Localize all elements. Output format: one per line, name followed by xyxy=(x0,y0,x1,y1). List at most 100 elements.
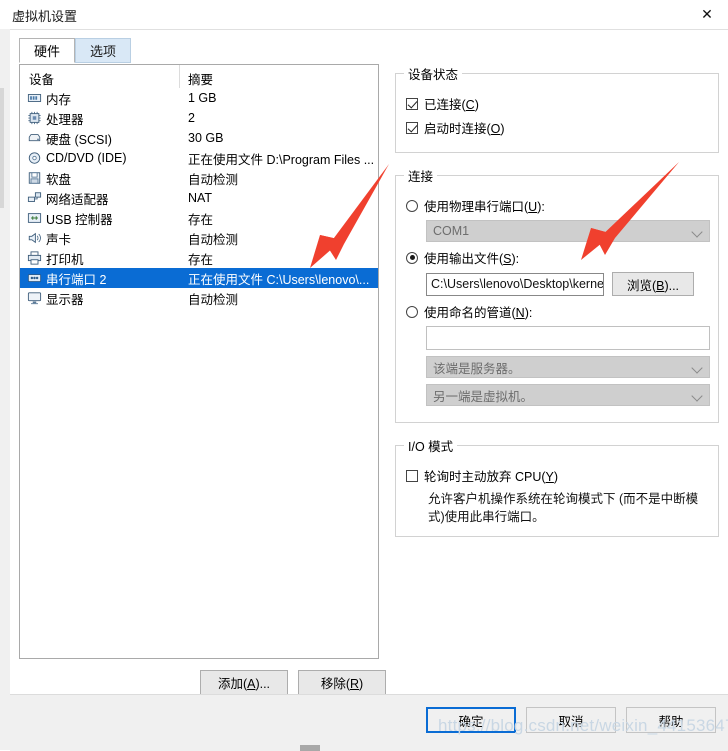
device-row-5[interactable]: 网络适配器 NAT xyxy=(20,188,378,208)
remove-label-suffix: ) xyxy=(359,677,364,691)
device-label: USB 控制器 xyxy=(46,212,113,227)
summary-cell: 存在 xyxy=(188,212,214,227)
radio-icon-physical-port xyxy=(406,199,418,212)
cancel-button[interactable]: 取消 xyxy=(526,707,616,733)
named-pipe-label-suffix: ): xyxy=(524,306,533,320)
connected-label-prefix: 已连接( xyxy=(424,98,466,112)
device-cell: 显示器 xyxy=(20,289,180,308)
device-row-9[interactable]: 串行端口 2 正在使用文件 C:\Users\lenovo\... xyxy=(20,268,378,288)
output-file-accel: S xyxy=(503,252,512,266)
memory-icon xyxy=(27,91,46,105)
device-row-8[interactable]: 打印机 存在 xyxy=(20,248,378,268)
device-settings-panel: 设备状态 已连接(C) 启动时连接(O) 连接 使用物理串行端口(U): COM… xyxy=(395,64,719,550)
summary-cell: 1 GB xyxy=(188,91,217,105)
help-button[interactable]: 帮助 xyxy=(626,707,716,733)
connected-checkbox[interactable]: 已连接(C) xyxy=(406,94,710,113)
add-label-suffix: )... xyxy=(255,677,271,691)
tab-hardware[interactable]: 硬件 xyxy=(19,38,76,63)
sound-icon xyxy=(27,231,46,245)
output-file-row: C:\Users\lenovo\Desktop\kerne 浏览(B)... xyxy=(426,272,710,296)
pipe-other-end-value: 另一端是虚拟机。 xyxy=(433,389,534,404)
named-pipe-input[interactable] xyxy=(426,326,710,350)
tab-options[interactable]: 选项 xyxy=(75,38,132,63)
chevron-down-icon xyxy=(691,362,703,374)
tab-bar: 硬件 选项 xyxy=(19,38,719,64)
device-status-group: 设备状态 已连接(C) 启动时连接(O) xyxy=(395,64,719,153)
horizontal-scrollbar[interactable] xyxy=(300,745,320,751)
device-status-legend: 设备状态 xyxy=(408,68,459,82)
close-icon[interactable]: ✕ xyxy=(686,0,728,29)
physical-port-value: COM1 xyxy=(433,224,470,238)
network-icon xyxy=(27,191,46,205)
remove-device-button[interactable]: 移除(R) xyxy=(298,670,386,695)
usb-icon xyxy=(27,211,46,225)
connect-at-power-on-checkbox[interactable]: 启动时连接(O) xyxy=(406,118,710,137)
physical-port-label-prefix: 使用物理串行端口( xyxy=(424,200,529,214)
radio-output-file[interactable]: 使用输出文件(S): xyxy=(406,248,710,267)
yield-cpu-checkbox[interactable]: 轮询时主动放弃 CPU(Y) xyxy=(406,466,710,485)
footer-buttons: 确定 取消 帮助 xyxy=(426,707,716,733)
cpu-icon xyxy=(27,111,46,125)
device-row-6[interactable]: USB 控制器 存在 xyxy=(20,208,378,228)
summary-cell: 自动检测 xyxy=(188,232,239,247)
device-row-1[interactable]: 处理器 2 xyxy=(20,108,378,128)
physical-port-select[interactable]: COM1 xyxy=(426,220,710,242)
device-label: 硬盘 (SCSI) xyxy=(46,132,112,147)
connected-accel: C xyxy=(465,98,475,112)
device-cell: 打印机 xyxy=(20,249,180,268)
device-cell: 处理器 xyxy=(20,109,180,128)
device-row-7[interactable]: 声卡 自动检测 xyxy=(20,228,378,248)
summary-cell: 正在使用文件 C:\Users\lenovo\... xyxy=(188,272,370,287)
list-action-buttons: 添加(A)... 移除(R) xyxy=(200,670,386,695)
display-icon xyxy=(27,291,46,305)
summary-cell: 2 xyxy=(188,111,195,125)
title-bar: 虚拟机设置 ✕ xyxy=(0,0,728,29)
device-label: 打印机 xyxy=(46,252,84,267)
physical-port-accel: U xyxy=(528,200,538,214)
radio-named-pipe[interactable]: 使用命名的管道(N): xyxy=(406,302,710,321)
physical-port-label-suffix: ): xyxy=(537,200,545,214)
device-row-2[interactable]: 硬盘 (SCSI) 30 GB xyxy=(20,128,378,148)
tab-hardware-label: 硬件 xyxy=(34,44,61,59)
chevron-down-icon xyxy=(691,226,703,238)
device-row-10[interactable]: 显示器 自动检测 xyxy=(20,288,378,308)
device-list-body[interactable]: 内存 1 GB 处理器 2 硬盘 (SCSI) 30 GB CD/DVD (IDE) 正在使用… xyxy=(20,88,378,658)
summary-cell: 正在使用文件 D:\Program Files ... xyxy=(188,152,375,167)
checkbox-icon-yield-cpu xyxy=(406,469,418,482)
connected-label-suffix: ) xyxy=(474,98,479,112)
summary-cell: NAT xyxy=(188,191,213,205)
radio-icon-named-pipe xyxy=(406,305,418,318)
tab-options-label: 选项 xyxy=(90,44,117,59)
dialog-footer: 确定 取消 帮助 xyxy=(10,694,728,751)
io-mode-legend: I/O 模式 xyxy=(408,440,454,454)
pipe-server-end-value: 该端是服务器。 xyxy=(433,361,521,376)
output-file-input[interactable]: C:\Users\lenovo\Desktop\kerne xyxy=(426,272,604,296)
browse-button[interactable]: 浏览(B)... xyxy=(612,272,694,296)
remove-accel: R xyxy=(349,677,360,691)
device-cell: 内存 xyxy=(20,89,180,108)
cddvd-icon xyxy=(27,151,46,165)
radio-icon-output-file xyxy=(406,251,418,264)
pipe-other-end-select[interactable]: 另一端是虚拟机。 xyxy=(426,384,710,406)
device-row-0[interactable]: 内存 1 GB xyxy=(20,88,378,108)
radio-physical-serial-port[interactable]: 使用物理串行端口(U): xyxy=(406,196,710,215)
device-row-3[interactable]: CD/DVD (IDE) 正在使用文件 D:\Program Files ... xyxy=(20,148,378,168)
summary-cell: 自动检测 xyxy=(188,172,239,187)
named-pipe-accel: N xyxy=(515,306,525,320)
device-row-4[interactable]: 软盘 自动检测 xyxy=(20,168,378,188)
ok-button[interactable]: 确定 xyxy=(426,707,516,733)
pipe-server-end-select[interactable]: 该端是服务器。 xyxy=(426,356,710,378)
device-cell: 网络适配器 xyxy=(20,189,180,208)
add-device-button[interactable]: 添加(A)... xyxy=(200,670,288,695)
browse-label-prefix: 浏览( xyxy=(626,278,657,293)
device-label: CD/DVD (IDE) xyxy=(46,151,127,165)
floppy-icon xyxy=(27,171,46,185)
window-title: 虚拟机设置 xyxy=(12,9,78,24)
connection-group: 连接 使用物理串行端口(U): COM1 使用输出文件(S): C:\Users… xyxy=(395,166,719,423)
power-on-label-suffix: ) xyxy=(500,122,505,136)
device-label: 网络适配器 xyxy=(46,192,109,207)
device-label: 串行端口 2 xyxy=(46,272,107,287)
remove-label-prefix: 移除( xyxy=(320,677,350,691)
device-label: 显示器 xyxy=(46,292,84,307)
checkbox-icon-connected xyxy=(406,97,418,110)
